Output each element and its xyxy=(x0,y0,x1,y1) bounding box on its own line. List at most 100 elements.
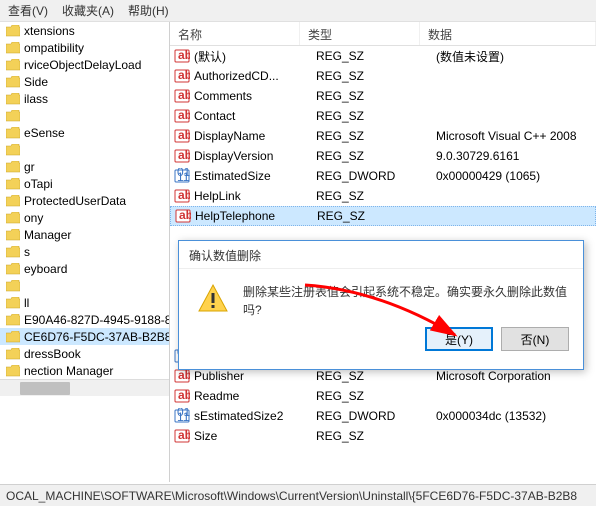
list-row[interactable]: 011110sEstimatedSize2REG_DWORD0x000034dc… xyxy=(170,406,596,426)
tree-item-label: gr xyxy=(24,160,35,174)
list-row[interactable]: 011110EstimatedSizeREG_DWORD0x00000429 (… xyxy=(170,166,596,186)
tree-item[interactable]: Side xyxy=(0,73,169,90)
folder-icon xyxy=(6,144,20,156)
tree-item-label: xtensions xyxy=(24,24,75,38)
tree-item[interactable]: ll xyxy=(0,294,169,311)
col-name-header[interactable]: 名称 xyxy=(170,22,300,45)
list-row[interactable]: abDisplayNameREG_SZMicrosoft Visual C++ … xyxy=(170,126,596,146)
tree-item-label: ll xyxy=(24,296,29,310)
cell-name: AuthorizedCD... xyxy=(194,69,316,83)
list-row[interactable]: ab DisplayVersionREG_SZ9.0.30729.6161 xyxy=(170,146,596,166)
reg-string-icon: ab xyxy=(174,128,190,144)
tree-item[interactable]: rviceObjectDelayLoad xyxy=(0,56,169,73)
cell-type: REG_DWORD xyxy=(316,409,436,423)
tree-item-label: Side xyxy=(24,75,48,89)
reg-string-icon: ab xyxy=(174,88,190,104)
tree-item-label: ilass xyxy=(24,92,48,106)
tree-item[interactable]: Manager xyxy=(0,226,169,243)
cell-name: HelpTelephone xyxy=(195,209,317,223)
reg-string-icon: ab xyxy=(174,188,190,204)
cell-type: REG_SZ xyxy=(316,429,436,443)
cell-type: REG_SZ xyxy=(316,389,436,403)
cell-type: REG_SZ xyxy=(316,89,436,103)
tree-item[interactable]: CE6D76-F5DC-37AB-B2B8-22 xyxy=(0,328,169,345)
col-data-header[interactable]: 数据 xyxy=(420,22,596,45)
folder-icon xyxy=(6,76,20,88)
folder-icon xyxy=(6,110,20,122)
no-button[interactable]: 否(N) xyxy=(501,327,569,351)
tree-item[interactable] xyxy=(0,107,169,124)
folder-icon xyxy=(6,246,20,258)
tree-item[interactable] xyxy=(0,277,169,294)
cell-type: REG_SZ xyxy=(317,209,437,223)
folder-icon xyxy=(6,263,20,275)
list-row[interactable]: abHelpLinkREG_SZ xyxy=(170,186,596,206)
tree-panel: xtensions ompatibilityrviceObjectDelayLoa… xyxy=(0,22,170,482)
tree-item[interactable]: E90A46-827D-4945-9188-87 xyxy=(0,311,169,328)
tree-item[interactable] xyxy=(0,141,169,158)
folder-icon xyxy=(6,297,20,309)
reg-string-icon: ab xyxy=(175,208,191,224)
tree-item-label: dressBook xyxy=(24,347,81,361)
cell-type: REG_SZ xyxy=(316,69,436,83)
reg-binary-icon: 011110 xyxy=(174,168,190,184)
tree-hscrollbar[interactable] xyxy=(0,379,169,396)
tree-item[interactable]: eSense xyxy=(0,124,169,141)
reg-string-icon: ab xyxy=(174,428,190,444)
cell-type: REG_SZ xyxy=(316,109,436,123)
tree-item[interactable]: oTapi xyxy=(0,175,169,192)
cell-type: REG_SZ xyxy=(316,149,436,163)
cell-name: Readme xyxy=(194,389,316,403)
reg-string-icon: ab xyxy=(174,368,190,384)
tree-item-label: ompatibility xyxy=(24,41,84,55)
menu-favorites[interactable]: 收藏夹(A) xyxy=(62,2,114,19)
folder-icon xyxy=(6,42,20,54)
svg-text:ab: ab xyxy=(178,68,190,82)
svg-text:ab: ab xyxy=(179,208,191,222)
tree-item[interactable]: nection Manager xyxy=(0,362,169,379)
svg-text:ab: ab xyxy=(178,48,190,62)
tree-item-label: nection Manager xyxy=(24,364,113,378)
menu-help[interactable]: 帮助(H) xyxy=(128,2,169,19)
cell-data: 9.0.30729.6161 xyxy=(436,149,596,163)
tree-item[interactable]: dressBook xyxy=(0,345,169,362)
svg-text:ab: ab xyxy=(178,368,190,382)
list-row[interactable]: ab(默认)REG_SZ(数值未设置) xyxy=(170,46,596,66)
list-row[interactable]: abCommentsREG_SZ xyxy=(170,86,596,106)
list-row[interactable]: ab HelpTelephoneREG_SZ xyxy=(170,206,596,226)
folder-icon xyxy=(6,127,20,139)
dialog-title: 确认数值删除 xyxy=(179,241,583,269)
folder-icon xyxy=(6,280,20,292)
list-row[interactable]: abContactREG_SZ xyxy=(170,106,596,126)
cell-name: HelpLink xyxy=(194,189,316,203)
tree-item[interactable]: ilass xyxy=(0,90,169,107)
cell-name: DisplayVersion xyxy=(194,149,316,163)
tree-item[interactable]: ompatibility xyxy=(0,39,169,56)
tree-item-label: eyboard xyxy=(24,262,67,276)
cell-type: REG_DWORD xyxy=(316,169,436,183)
tree-item-label: CE6D76-F5DC-37AB-B2B8-22 xyxy=(24,330,169,344)
menu-view[interactable]: 查看(V) xyxy=(8,2,48,19)
tree-item[interactable]: s xyxy=(0,243,169,260)
tree-item[interactable]: eyboard xyxy=(0,260,169,277)
list-row[interactable]: ab AuthorizedCD...REG_SZ xyxy=(170,66,596,86)
tree-item[interactable]: xtensions xyxy=(0,22,169,39)
cell-data: (数值未设置) xyxy=(436,48,596,65)
list-row[interactable]: abSizeREG_SZ xyxy=(170,426,596,446)
folder-icon xyxy=(6,212,20,224)
list-row[interactable]: abReadmeREG_SZ xyxy=(170,386,596,406)
list-header: 名称 类型 数据 xyxy=(170,22,596,46)
cell-type: REG_SZ xyxy=(316,129,436,143)
folder-icon xyxy=(6,314,20,326)
svg-text:ab: ab xyxy=(178,148,190,162)
tree-item[interactable]: gr xyxy=(0,158,169,175)
folder-icon xyxy=(6,25,20,37)
col-type-header[interactable]: 类型 xyxy=(300,22,420,45)
cell-data: Microsoft Corporation xyxy=(436,369,596,383)
cell-name: EstimatedSize xyxy=(194,169,316,183)
yes-button[interactable]: 是(Y) xyxy=(425,327,493,351)
cell-name: Contact xyxy=(194,109,316,123)
tree-item[interactable]: ony xyxy=(0,209,169,226)
folder-icon xyxy=(6,93,20,105)
tree-item[interactable]: ProtectedUserData xyxy=(0,192,169,209)
